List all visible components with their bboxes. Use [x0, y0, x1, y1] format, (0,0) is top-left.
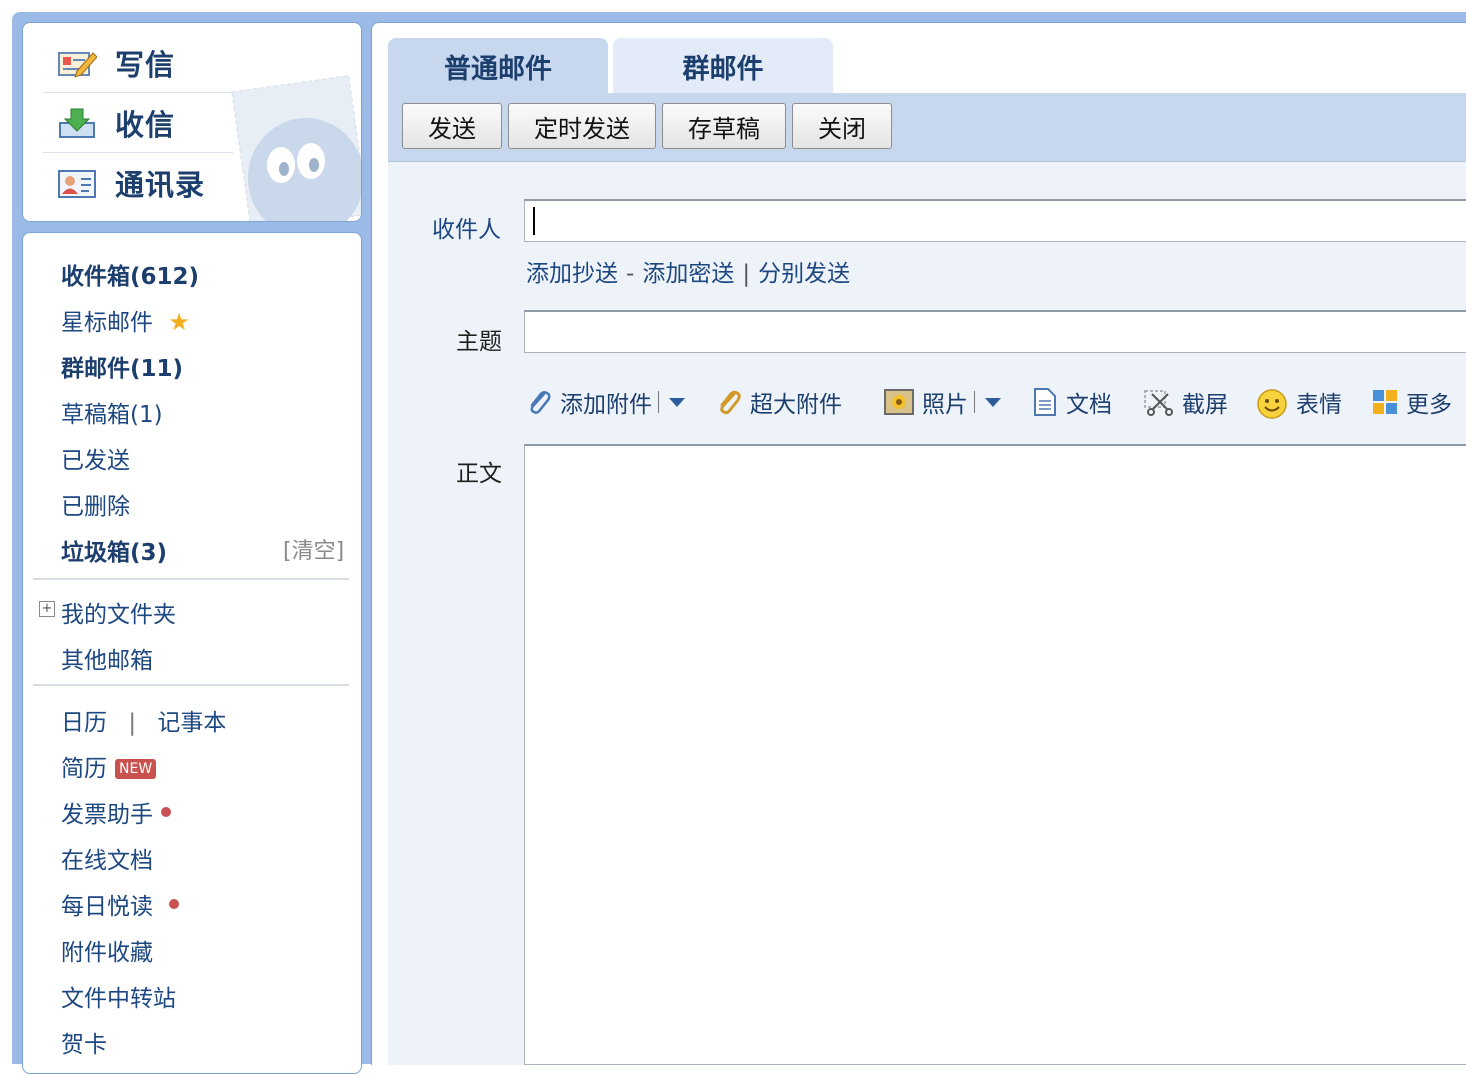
receive-mail-button[interactable]: 收信 [57, 93, 175, 153]
folder-inbox[interactable]: 收件箱(612) [61, 257, 199, 291]
divider [658, 391, 659, 413]
photo-icon [884, 388, 914, 416]
attachment-favorites-link[interactable]: 附件收藏 [61, 933, 153, 967]
to-label: 收件人 [432, 217, 501, 243]
daily-read-link[interactable]: 每日悦读 [61, 887, 179, 921]
tools-row-calendar: 日历 | 记事本 [61, 703, 226, 737]
tab-normal-mail[interactable]: 普通邮件 [388, 38, 608, 94]
large-paperclip-icon [716, 388, 742, 416]
scissors-icon [1144, 388, 1174, 416]
expand-icon[interactable]: + [39, 601, 55, 617]
folder-deleted[interactable]: 已删除 [61, 487, 130, 521]
notification-dot [169, 899, 179, 909]
add-attachment-button[interactable]: 添加附件 [526, 384, 685, 420]
contacts-label: 通讯录 [115, 168, 206, 202]
contacts-button[interactable]: 通讯录 [57, 153, 205, 213]
smiley-icon [1256, 388, 1288, 419]
notification-dot [161, 807, 171, 817]
online-docs-link[interactable]: 在线文档 [61, 841, 153, 875]
scheduled-send-button[interactable]: 定时发送 [508, 103, 656, 149]
compose-icon [57, 47, 98, 79]
recipient-options: 添加抄送 - 添加密送 | 分别发送 [526, 254, 850, 288]
chevron-down-icon[interactable] [985, 397, 1001, 407]
compose-panel: 普通邮件 群邮件 发送 定时发送 存草稿 关闭 收件人 添加抄送 - 添加密送 | 分别… [371, 22, 1466, 1065]
attachment-toolbar: 添加附件 超大附件 照片 文档 截屏 表情 更多 [526, 384, 1466, 420]
subject-field[interactable] [524, 310, 1466, 353]
invoice-assistant-link[interactable]: 发票助手 [61, 795, 171, 829]
body-label: 正文 [456, 461, 502, 487]
send-button[interactable]: 发送 [402, 103, 502, 149]
compose-form: 收件人 添加抄送 - 添加密送 | 分别发送 主题 添加附件 超大附件 照片 文… [388, 162, 1466, 1065]
receive-mail-label: 收信 [115, 108, 176, 142]
screenshot-label: 截屏 [1182, 392, 1228, 418]
paperclip-icon [526, 388, 552, 416]
document-label: 文档 [1066, 392, 1112, 418]
folder-group-mail[interactable]: 群邮件(11) [61, 349, 183, 383]
notebook-link[interactable]: 记事本 [157, 710, 226, 736]
save-draft-button[interactable]: 存草稿 [662, 103, 786, 149]
large-attachment-label: 超大附件 [750, 392, 842, 418]
file-transfer-link[interactable]: 文件中转站 [61, 979, 176, 1013]
send-separately-link[interactable]: 分别发送 [758, 261, 850, 287]
contacts-icon [57, 167, 97, 199]
new-badge: NEW [115, 759, 157, 779]
text-cursor [533, 207, 535, 235]
add-bcc-link[interactable]: 添加密送 [642, 261, 734, 287]
quick-actions-panel: 写信 收信 通讯录 [22, 22, 362, 222]
invoice-label: 发票助手 [61, 802, 153, 828]
daily-read-label: 每日悦读 [61, 894, 153, 920]
folder-starred-label: 星标邮件 [61, 310, 153, 336]
subject-label: 主题 [456, 329, 502, 355]
compose-label: 写信 [115, 48, 176, 82]
body-editor[interactable] [524, 444, 1466, 1065]
emoji-label: 表情 [1296, 392, 1342, 418]
my-folders[interactable]: 我的文件夹 [61, 595, 176, 629]
more-label: 更多 [1406, 392, 1452, 418]
folder-nav-panel: 收件箱(612) 星标邮件 ★ 群邮件(11) 草稿箱(1) 已发送 已删除 垃… [22, 232, 362, 1074]
separator: | [742, 261, 751, 287]
separator: | [128, 710, 137, 736]
folder-drafts[interactable]: 草稿箱(1) [61, 395, 163, 429]
compose-button[interactable]: 写信 [57, 33, 175, 93]
screenshot-button[interactable]: 截屏 [1144, 384, 1228, 420]
grid-icon [1372, 388, 1398, 416]
resume-link[interactable]: 简历 NEW [61, 749, 157, 783]
photo-label: 照片 [922, 392, 968, 418]
document-button[interactable]: 文档 [1032, 384, 1112, 420]
more-button[interactable]: 更多 [1372, 384, 1452, 420]
calendar-link[interactable]: 日历 [61, 710, 107, 736]
divider [33, 684, 349, 686]
tab-group-mail[interactable]: 群邮件 [613, 38, 833, 94]
resume-label: 简历 [61, 756, 107, 782]
to-field[interactable] [524, 199, 1466, 242]
folder-spam[interactable]: 垃圾箱(3) [61, 533, 167, 567]
other-mailboxes[interactable]: 其他邮箱 [61, 641, 153, 675]
folder-sent[interactable]: 已发送 [61, 441, 130, 475]
clear-spam-link[interactable]: [清空] [283, 533, 344, 565]
add-attachment-label: 添加附件 [560, 392, 652, 418]
close-button[interactable]: 关闭 [792, 103, 892, 149]
add-cc-link[interactable]: 添加抄送 [526, 261, 618, 287]
large-attachment-button[interactable]: 超大附件 [716, 384, 842, 420]
photo-button[interactable]: 照片 [884, 384, 1001, 420]
folder-starred[interactable]: 星标邮件 ★ [61, 303, 190, 337]
emoji-button[interactable]: 表情 [1256, 384, 1342, 420]
divider [974, 391, 975, 413]
separator: - [626, 261, 635, 287]
greeting-card-link[interactable]: 贺卡 [61, 1025, 107, 1059]
divider [33, 578, 349, 580]
compose-toolbar: 发送 定时发送 存草稿 关闭 [388, 93, 1466, 162]
penguin-stamp-icon [231, 75, 361, 221]
chevron-down-icon[interactable] [669, 397, 685, 407]
document-icon [1032, 388, 1058, 416]
star-icon: ★ [168, 308, 190, 336]
inbox-download-icon [57, 107, 97, 139]
